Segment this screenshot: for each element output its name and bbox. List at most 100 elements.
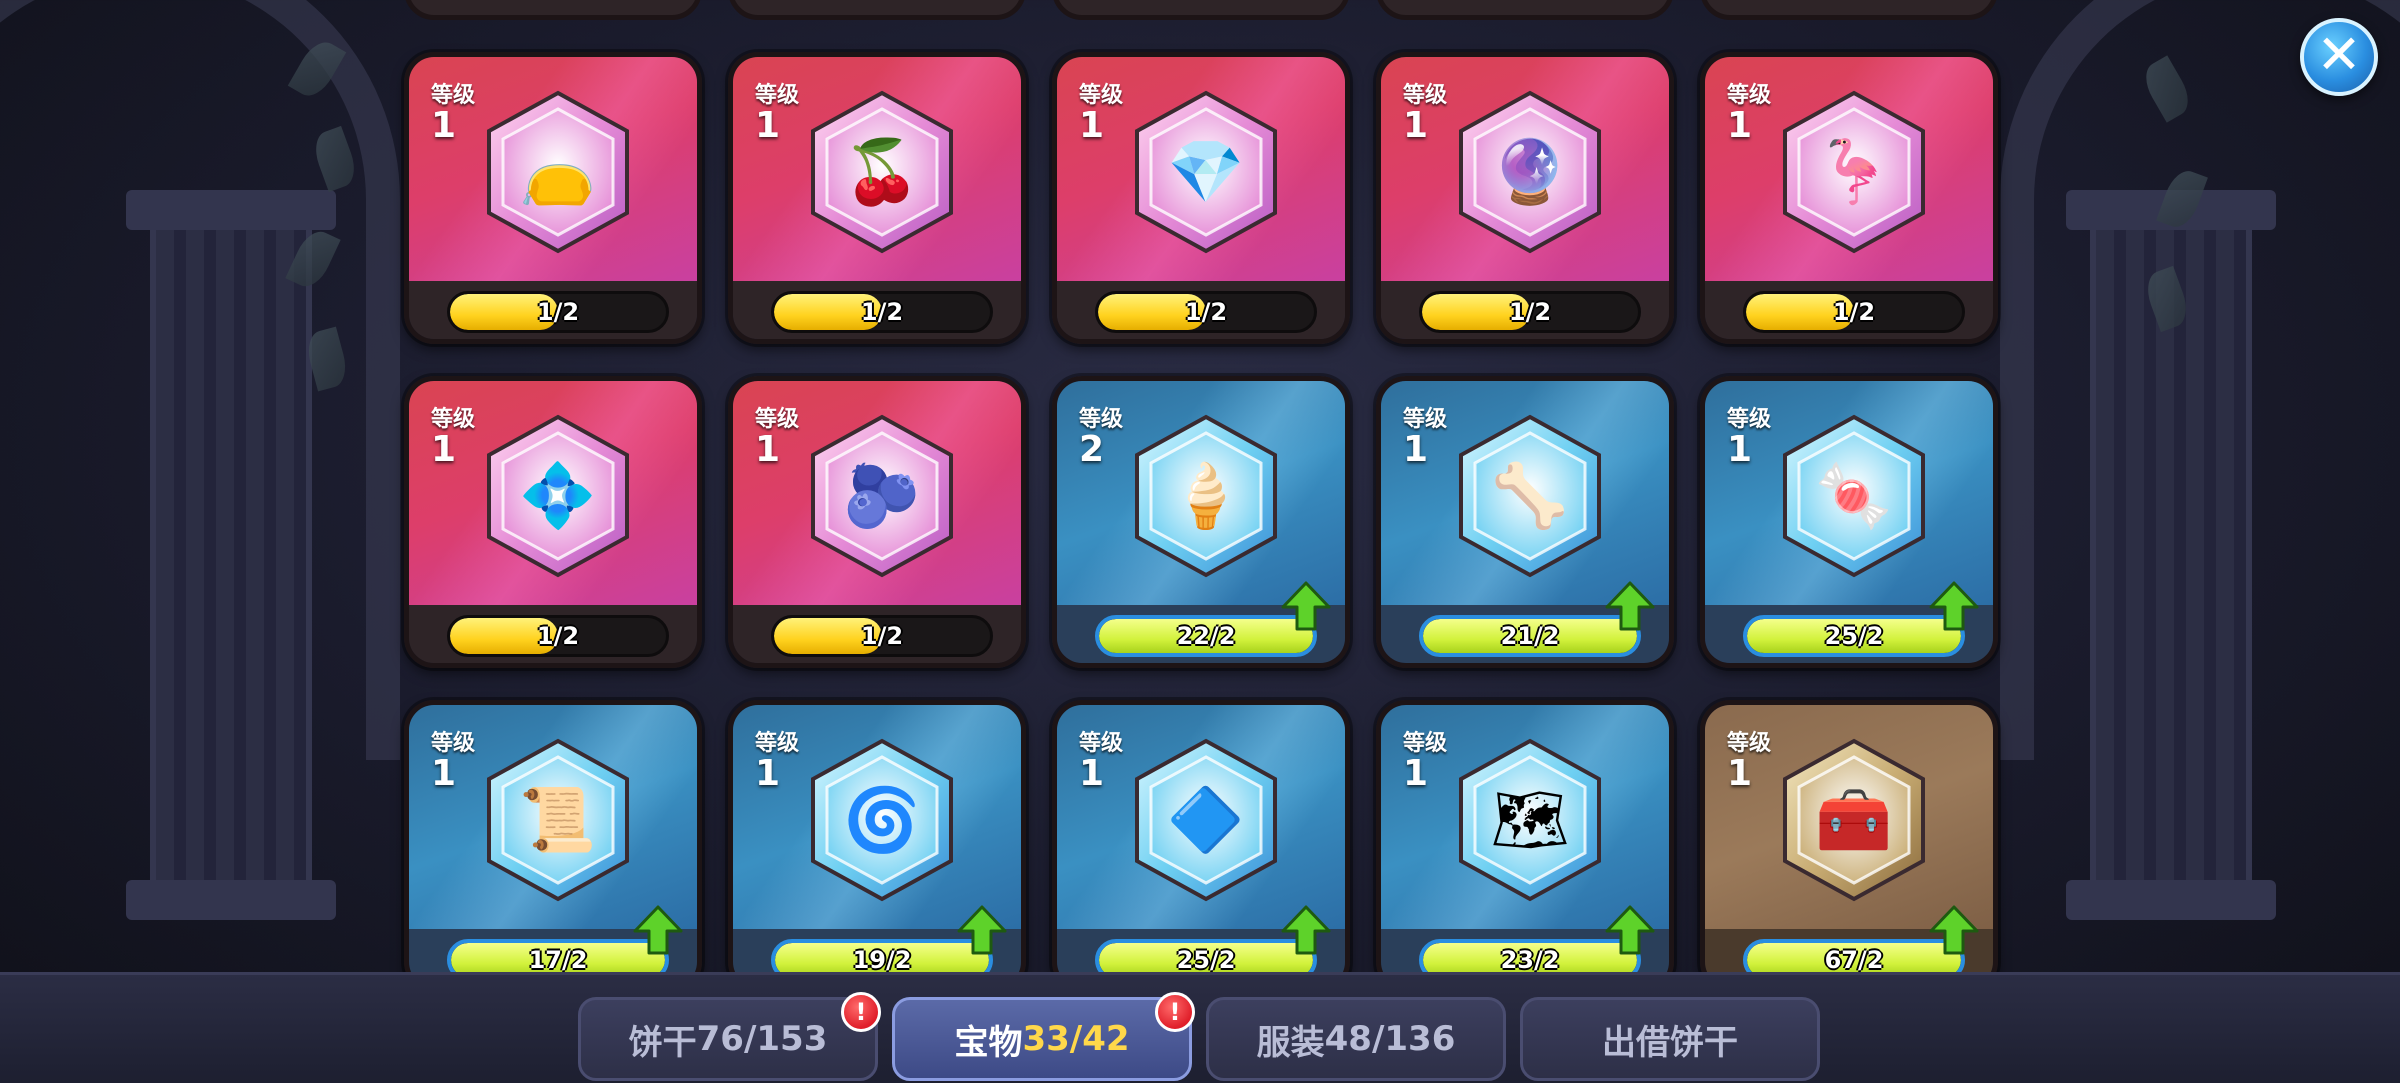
sparkling-gem-icon: 💠 (519, 459, 597, 532)
progress-text: 1/2 (1832, 298, 1876, 326)
tab-label: 宝物 (954, 1022, 1023, 1063)
treasure-card[interactable]: 等级 1 (1376, 52, 1674, 344)
treasure-frame: 👝 (483, 89, 633, 255)
alert-badge-icon: ! (841, 992, 881, 1032)
level-number: 1 (1727, 429, 1753, 470)
tab-cookies[interactable]: 饼干 76/153 ! (578, 992, 881, 1081)
dark-crystal-icon: 🔷 (1167, 783, 1245, 856)
progress-bar: 1/2 (771, 615, 993, 657)
level-number: 1 (1727, 753, 1753, 794)
treasure-card[interactable]: 等级 1 (728, 376, 1026, 668)
treasure-chest-icon: 🧰 (1815, 783, 1893, 856)
treasure-frame: 🔷 (1131, 737, 1281, 903)
treasure-frame: 📜 (483, 737, 633, 903)
progress-bar: 1/2 (447, 615, 669, 657)
progress-text: 1/2 (860, 622, 904, 650)
upgrade-arrow-icon (1929, 581, 1979, 631)
pink-candy-icon: 🍬 (1815, 459, 1893, 532)
upgrade-arrow-icon (957, 905, 1007, 955)
level-number: 1 (431, 429, 457, 470)
close-button[interactable]: ✕ (2300, 18, 2378, 96)
map-scroll-icon: 🗺 (1490, 783, 1570, 856)
upgrade-arrow-icon (1281, 905, 1331, 955)
tab-label: 服装 (1256, 1022, 1325, 1063)
level-number: 1 (431, 753, 457, 794)
treasure-card[interactable]: 等级 1 (1052, 52, 1350, 344)
treasure-frame: 🔮 (1455, 89, 1605, 255)
golden-mirror-icon: 🔮 (1491, 135, 1569, 208)
treasure-frame: 🦩 (1779, 89, 1929, 255)
blue-pouch-icon: 🫐 (843, 459, 921, 532)
level-number: 2 (1079, 429, 1105, 470)
treasure-grid: 等级 1 👝 1/2 等级 1 🍒 1/2 等级 1 💎 1/2 等级 1 🔮 … (0, 0, 2400, 972)
bottom-tab-bar: 饼干 76/153 ! 宝物 33/42 ! 服装 48/136 出借饼干 (0, 972, 2400, 1083)
card-partial[interactable] (1700, 0, 1998, 20)
swirl-orb-icon: 🌀 (843, 783, 921, 856)
tab-label: 饼干 (628, 1022, 697, 1063)
tab-costumes[interactable]: 服装 48/136 (1206, 997, 1506, 1081)
upgrade-arrow-icon (633, 905, 683, 955)
treasure-card[interactable]: 等级 1 (728, 700, 1026, 972)
treasure-frame: 🧰 (1779, 737, 1929, 903)
level-number: 1 (1079, 753, 1105, 794)
progress-text: 1/2 (536, 298, 580, 326)
treasure-frame: 🗺 (1455, 737, 1605, 903)
upgrade-arrow-icon (1605, 905, 1655, 955)
card-partial[interactable] (404, 0, 702, 20)
upgrade-arrow-icon (1605, 581, 1655, 631)
tab-treasures[interactable]: 宝物 33/42 ! (892, 992, 1195, 1081)
level-number: 1 (755, 105, 781, 146)
cherry-berries-icon: 🍒 (843, 135, 921, 208)
treasure-card[interactable]: 等级 1 (728, 52, 1026, 344)
progress-text: 1/2 (860, 298, 904, 326)
pink-flamingo-icon: 🦩 (1815, 135, 1893, 208)
card-partial[interactable] (728, 0, 1026, 20)
treasure-frame: 🦴 (1455, 413, 1605, 579)
progress-text: 1/2 (1184, 298, 1228, 326)
card-partial[interactable] (1376, 0, 1674, 20)
tab-count: 48/136 (1324, 1019, 1456, 1059)
tab-label: 出借饼干 (1602, 1022, 1738, 1063)
progress-bar: 1/2 (1743, 291, 1965, 333)
progress-text: 1/2 (1508, 298, 1552, 326)
level-number: 1 (755, 753, 781, 794)
upgrade-arrow-icon (1929, 905, 1979, 955)
treasure-card[interactable]: 等级 1 (1376, 376, 1674, 668)
level-number: 1 (1403, 105, 1429, 146)
tab-lent-cookies[interactable]: 出借饼干 (1520, 997, 1820, 1081)
level-number: 1 (755, 429, 781, 470)
treasure-card[interactable]: 等级 1 (404, 700, 702, 972)
card-partial[interactable] (1052, 0, 1350, 20)
ice-cream-cone-icon: 🍦 (1167, 459, 1245, 532)
treasure-card[interactable]: 等级 1 (404, 376, 702, 668)
treasure-card[interactable]: 等级 1 (1376, 700, 1674, 972)
vine-pouch-icon: 👝 (519, 135, 597, 208)
treasure-card[interactable]: 等级 1 (1700, 376, 1998, 668)
treasure-frame: 🍒 (807, 89, 957, 255)
progress-bar: 1/2 (1095, 291, 1317, 333)
alert-badge-icon: ! (1155, 992, 1195, 1032)
treasure-frame: 🫐 (807, 413, 957, 579)
treasure-frame: 🍬 (1779, 413, 1929, 579)
close-icon: ✕ (2316, 23, 2362, 86)
treasure-frame: 💎 (1131, 89, 1281, 255)
treasure-card[interactable]: 等级 2 🍦 22/2 (1052, 376, 1350, 668)
progress-bar: 1/2 (447, 291, 669, 333)
level-number: 1 (1079, 105, 1105, 146)
progress-bar: 1/2 (1419, 291, 1641, 333)
level-number: 1 (431, 105, 457, 146)
level-number: 1 (1403, 429, 1429, 470)
tab-count: 33/42 (1022, 1019, 1130, 1059)
treasure-card[interactable]: 等级 1 (404, 52, 702, 344)
level-number: 1 (1727, 105, 1753, 146)
ice-crystal-icon: 💎 (1167, 135, 1245, 208)
level-number: 1 (1403, 753, 1429, 794)
treasure-frame: 💠 (483, 413, 633, 579)
bone-scythe-icon: 🦴 (1491, 459, 1569, 532)
treasure-frame: 🍦 (1131, 413, 1281, 579)
progress-text: 1/2 (536, 622, 580, 650)
tab-count: 76/153 (696, 1019, 828, 1059)
treasure-card[interactable]: 等级 1 (1052, 700, 1350, 972)
treasure-card[interactable]: 等级 1 (1700, 700, 1998, 972)
treasure-card[interactable]: 等级 1 (1700, 52, 1998, 344)
